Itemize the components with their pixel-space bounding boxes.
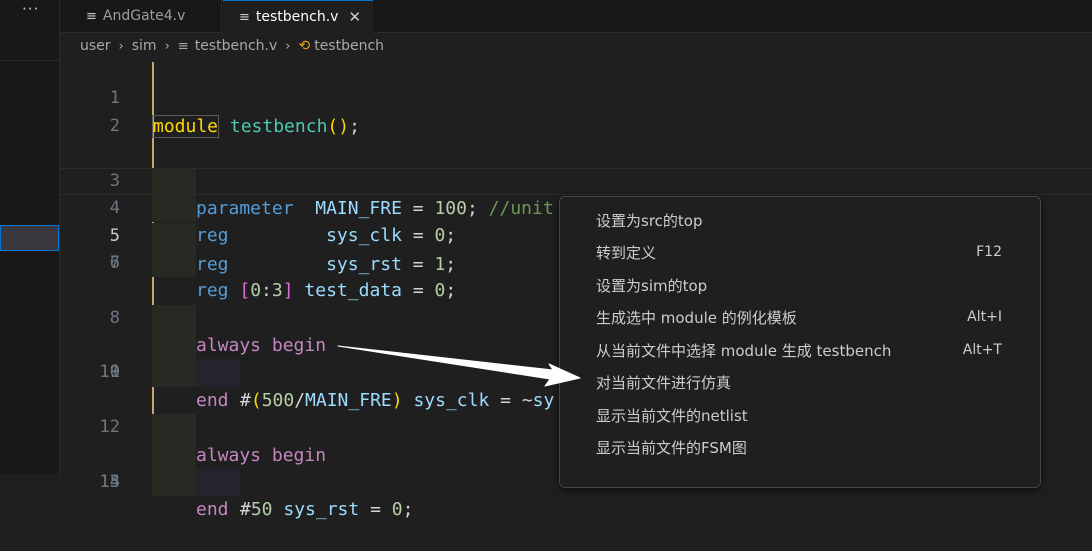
side-panel: ···	[0, 0, 60, 474]
tab-bar: ≡ AndGate4.v ≡ testbench.v ✕	[60, 0, 1092, 33]
tab-andgate4[interactable]: ≡ AndGate4.v	[74, 0, 222, 32]
menu-item-label: 设置为sim的top	[596, 276, 708, 295]
menu-item-label: 设置为src的top	[596, 211, 703, 230]
menu-item-set-sim-top[interactable]: 设置为sim的top	[560, 269, 1038, 301]
line-number: 15	[99, 472, 120, 492]
breadcrumb-item-user[interactable]: user	[80, 38, 111, 54]
menu-item-label: 显示当前文件的FSM图	[596, 438, 747, 457]
code-text: #50 sys_rst = 0;	[240, 499, 414, 521]
file-lines-icon: ≡	[86, 8, 97, 24]
chevron-right-icon: ›	[285, 38, 291, 54]
menu-item-label: 显示当前文件的netlist	[596, 406, 748, 425]
chevron-right-icon: ›	[118, 38, 124, 54]
menu-item-show-netlist[interactable]: 显示当前文件的netlist	[560, 399, 1038, 431]
selected-panel-item[interactable]	[0, 225, 59, 251]
menu-item-label: 生成选中 module 的例化模板	[596, 308, 797, 327]
menu-item-label: 转到定义	[596, 243, 657, 262]
file-lines-icon: ≡	[177, 38, 189, 54]
menu-item-go-to-definition[interactable]: 转到定义 F12	[560, 236, 1038, 268]
code-line: 2	[60, 85, 1092, 136]
chevron-right-icon: ›	[164, 38, 170, 54]
code-text: end	[196, 499, 229, 521]
tab-label: testbench.v	[255, 9, 339, 25]
breadcrumb-item-sim[interactable]: sim	[132, 38, 157, 54]
code-line-current: 5 reg sys_rst = 1;	[60, 167, 1092, 275]
tab-label: AndGate4.v	[102, 8, 186, 24]
menu-item-simulate-file[interactable]: 对当前文件进行仿真	[560, 366, 1038, 398]
menu-item-set-src-top[interactable]: 设置为src的top	[560, 204, 1038, 236]
close-icon[interactable]: ✕	[348, 8, 361, 26]
menu-item-shortcut: Alt+T	[962, 342, 1002, 358]
menu-item-show-fsm[interactable]: 显示当前文件的FSM图	[560, 431, 1038, 463]
breadcrumb-item-file[interactable]: testbench.v	[195, 38, 278, 54]
file-lines-icon: ≡	[239, 9, 250, 25]
menu-item-shortcut: F12	[976, 244, 1002, 260]
breadcrumb-item-symbol[interactable]: testbench	[314, 38, 384, 54]
context-menu: 设置为src的top 转到定义 F12 设置为sim的top 生成选中 modu…	[559, 196, 1041, 488]
menu-item-instance-template[interactable]: 生成选中 module 的例化模板 Alt+I	[560, 301, 1038, 333]
indent-fill	[196, 469, 240, 497]
menu-item-label: 对当前文件进行仿真	[596, 373, 732, 392]
ellipsis-icon[interactable]: ···	[22, 0, 39, 18]
indent-fill	[152, 469, 196, 497]
code-line: 1 module testbench();	[60, 58, 1092, 138]
menu-item-shortcut: Alt+I	[967, 309, 1002, 325]
menu-item-label: 从当前文件中选择 module 生成 testbench	[596, 341, 892, 360]
tab-testbench[interactable]: ≡ testbench.v ✕	[223, 0, 373, 33]
code-line: 4 reg sys_clk = 0;	[60, 140, 1092, 246]
breadcrumb: user › sim › ≡ testbench.v › ⟲ testbench	[80, 36, 384, 56]
panel-divider	[0, 60, 59, 61]
code-line: 3 parameter MAIN_FRE = 100; //unit MHz	[60, 113, 1092, 219]
menu-item-generate-testbench[interactable]: 从当前文件中选择 module 生成 testbench Alt+T	[560, 334, 1038, 366]
module-symbol-icon: ⟲	[298, 38, 311, 54]
